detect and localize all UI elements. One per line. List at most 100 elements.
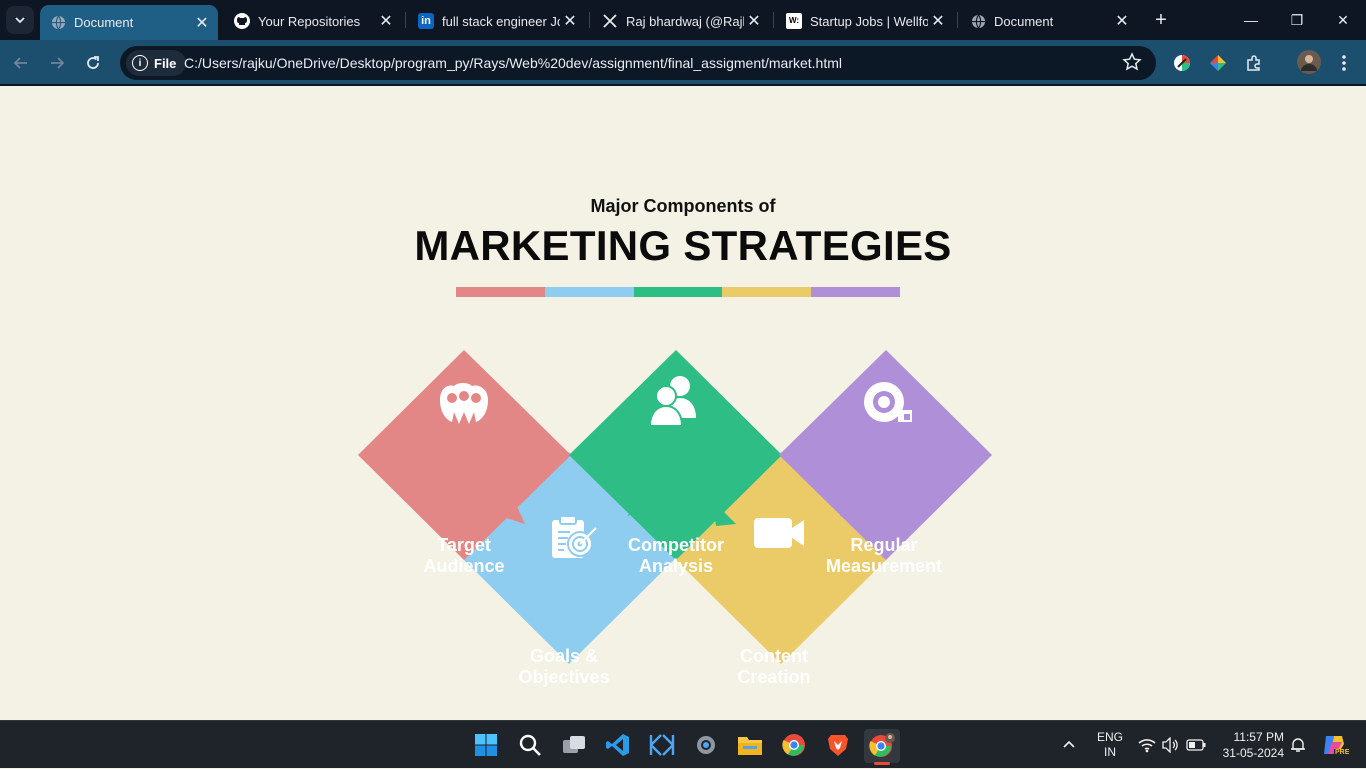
tab-title: Raj bhardwaj (@Rajbh <box>626 13 744 29</box>
tab-separator <box>773 12 774 28</box>
globe-icon <box>50 15 66 31</box>
battery-icon[interactable] <box>1186 721 1206 769</box>
chevron-down-icon <box>15 17 25 24</box>
settings-icon[interactable] <box>690 729 722 761</box>
tab-title: Document <box>74 15 134 30</box>
page-content: Major Components of MARKETING STRATEGIES <box>0 88 1366 720</box>
brave-icon[interactable] <box>822 729 854 761</box>
restore-button[interactable]: ❐ <box>1274 6 1320 34</box>
forward-button[interactable] <box>44 50 70 76</box>
language-line: IN <box>1104 745 1116 759</box>
tab-search-button[interactable] <box>6 6 34 34</box>
page-title: MARKETING STRATEGIES <box>414 222 952 269</box>
browser-menu-icon[interactable] <box>1333 52 1355 74</box>
clock-time: 11:57 PM <box>1233 730 1284 744</box>
url-text[interactable]: C:/Users/rajku/OneDrive/Desktop/program_… <box>184 55 842 71</box>
wellfound-icon: W: <box>786 13 802 29</box>
close-tab-icon[interactable]: ✕ <box>376 11 396 31</box>
card-label-line: Creation <box>737 667 811 687</box>
content-creation-label: Content Creation <box>674 646 874 688</box>
linkedin-icon: in <box>418 13 434 29</box>
new-tab-button[interactable]: + <box>1148 8 1174 32</box>
card-label-line: Goals & <box>529 646 599 666</box>
search-icon[interactable] <box>514 729 546 761</box>
tab-document[interactable]: Document ✕ <box>960 6 1138 36</box>
card-label-line: Analysis <box>638 556 714 576</box>
color-bar-segment <box>456 287 545 297</box>
chrome-profile-icon[interactable] <box>864 729 900 765</box>
color-bar <box>456 287 900 297</box>
wifi-icon[interactable] <box>1138 721 1156 769</box>
copilot-badge: PRE <box>1334 749 1351 756</box>
site-info-label: File <box>154 55 177 71</box>
site-info-chip[interactable]: i File <box>126 50 187 76</box>
windows-start-icon[interactable] <box>470 729 502 761</box>
reload-button[interactable] <box>80 50 106 76</box>
back-button[interactable] <box>8 50 34 76</box>
close-window-button[interactable]: ✕ <box>1320 6 1366 34</box>
tab-strip: Document ✕ Your Repositories ✕ in full s… <box>0 0 1366 40</box>
card-label-line: Content <box>740 646 808 666</box>
arrow-right-icon <box>51 57 65 69</box>
card-label-line: Audience <box>423 556 505 576</box>
app-icon[interactable] <box>646 729 678 761</box>
browser-toolbar: i File C:/Users/rajku/OneDrive/Desktop/p… <box>0 40 1366 86</box>
color-bar-segment <box>722 287 812 297</box>
wellfound-badge: W: <box>786 13 802 29</box>
tab-x-profile[interactable]: Raj bhardwaj (@Rajbh ✕ <box>592 6 770 36</box>
color-bar-segment <box>811 287 900 297</box>
close-tab-icon[interactable]: ✕ <box>192 13 212 33</box>
file-explorer-icon[interactable] <box>734 729 766 761</box>
chevron-up-icon <box>1063 740 1075 748</box>
github-icon <box>234 13 250 29</box>
palette-extension-icon[interactable] <box>1207 52 1229 74</box>
tab-your-repositories[interactable]: Your Repositories ✕ <box>224 6 402 36</box>
profile-avatar[interactable] <box>1296 49 1322 75</box>
address-bar[interactable]: i File C:/Users/rajku/OneDrive/Desktop/p… <box>120 46 1156 80</box>
color-bar-segment <box>544 287 634 297</box>
tab-title: Document <box>994 13 1054 29</box>
close-tab-icon[interactable]: ✕ <box>1112 11 1132 31</box>
language-indicator[interactable]: ENG IN <box>1094 721 1126 769</box>
target-audience-label: Target Audience <box>364 535 564 577</box>
copilot-icon[interactable]: PRE <box>1322 721 1351 769</box>
extensions-puzzle-icon[interactable] <box>1243 52 1265 74</box>
tab-title: Startup Jobs | Wellfound <box>810 13 928 29</box>
arrow-left-icon <box>13 57 27 69</box>
tab-wellfound[interactable]: W: Startup Jobs | Wellfound ✕ <box>776 6 954 36</box>
active-app-indicator <box>874 762 890 765</box>
close-tab-icon[interactable]: ✕ <box>560 11 580 31</box>
globe-icon <box>970 13 986 29</box>
regular-measurement-label: Regular Measurement <box>784 535 984 577</box>
close-tab-icon[interactable]: ✕ <box>928 11 948 31</box>
show-hidden-icons[interactable] <box>1062 721 1076 769</box>
tab-document-active[interactable]: Document ✕ <box>40 5 218 40</box>
taskbar: ENG IN 11:57 PM 31-05-2024 PRE <box>0 720 1366 768</box>
tab-title: Your Repositories <box>258 13 361 29</box>
card-label-line: Target <box>437 535 491 555</box>
bookmark-star-icon[interactable] <box>1122 52 1144 74</box>
goals-objectives-label: Goals & Objectives <box>464 646 664 688</box>
x-icon <box>602 13 618 29</box>
info-icon: i <box>132 55 148 71</box>
clock[interactable]: 11:57 PM 31-05-2024 <box>1212 721 1284 769</box>
color-extension-icon[interactable] <box>1171 52 1193 74</box>
task-view-icon[interactable] <box>558 729 590 761</box>
language-line: ENG <box>1096 730 1123 744</box>
tab-linkedin-jobs[interactable]: in full stack engineer Jobs ✕ <box>408 6 586 36</box>
reload-icon <box>87 56 99 69</box>
volume-icon[interactable] <box>1162 721 1180 769</box>
tab-separator <box>957 12 958 28</box>
card-label-line: Regular <box>850 535 918 555</box>
close-tab-icon[interactable]: ✕ <box>744 11 764 31</box>
card-label-line: Objectives <box>518 667 610 687</box>
color-bar-segment <box>633 287 723 297</box>
linkedin-badge: in <box>418 13 434 29</box>
card-label-line: Measurement <box>825 556 943 576</box>
tab-separator <box>405 12 406 28</box>
minimize-button[interactable]: — <box>1228 6 1274 34</box>
notification-bell-icon[interactable] <box>1290 721 1306 769</box>
chrome-icon[interactable] <box>778 729 810 761</box>
vscode-icon[interactable] <box>602 729 634 761</box>
page-subtitle: Major Components of <box>590 196 776 216</box>
